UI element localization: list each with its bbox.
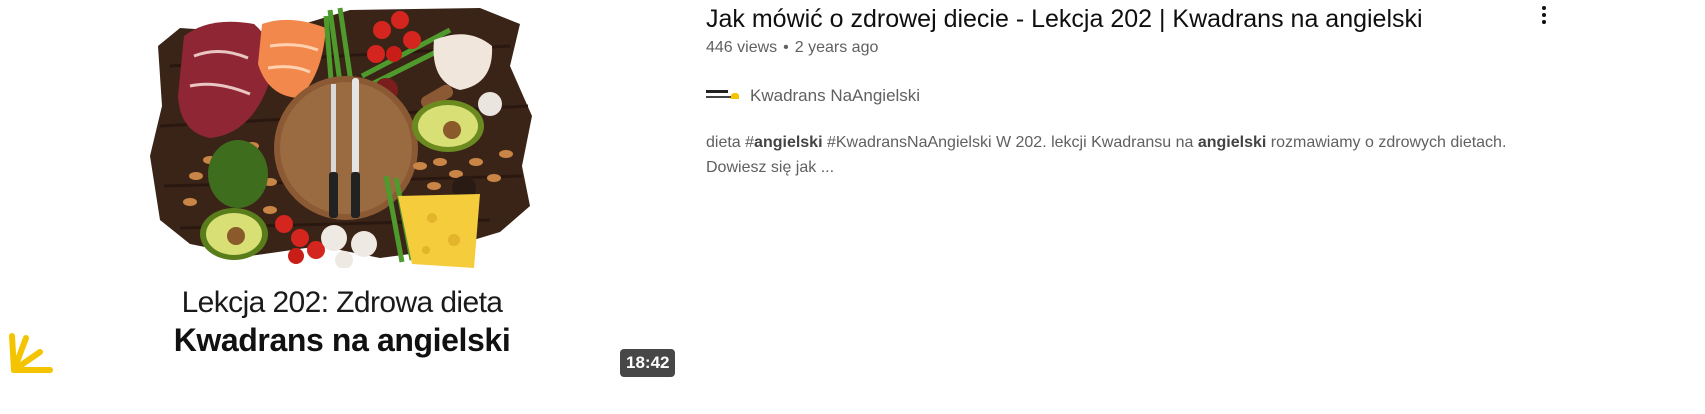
menu-dot [1542, 6, 1546, 10]
thumbnail-caption-channel: Kwadrans na angielski [173, 322, 511, 358]
avatar-sun-icon [731, 93, 739, 99]
desc-highlight: angielski [1197, 134, 1267, 151]
video-title[interactable]: Jak mówić o zdrowej diecie - Lekcja 202 … [706, 3, 1506, 35]
menu-dot [1542, 20, 1546, 24]
more-vert-icon[interactable] [1532, 2, 1556, 30]
desc-highlight: angielski [754, 134, 823, 151]
upload-age: 2 years ago [794, 39, 879, 56]
desc-text: #KwadransNaAngielski W 202. lekcji Kwadr… [822, 134, 1198, 151]
desc-text: dieta # [706, 134, 755, 151]
channel-avatar[interactable] [706, 84, 740, 108]
video-result[interactable]: Lekcja 202: Zdrowa dieta Kwadrans na ang… [0, 0, 1705, 414]
meta-separator: • [783, 39, 789, 56]
channel-name[interactable]: Kwadrans NaAngielski [750, 84, 920, 108]
view-count: 446 views [706, 39, 778, 56]
avatar-wordmark [706, 90, 728, 93]
duration-badge: 18:42 [620, 349, 676, 377]
video-thumbnail[interactable]: Lekcja 202: Zdrowa dieta Kwadrans na ang… [0, 0, 684, 384]
food-illustration [150, 7, 532, 268]
thumbnail-caption-title: Lekcja 202: Zdrowa dieta [181, 286, 503, 319]
channel-row[interactable]: Kwadrans NaAngielski [706, 84, 920, 108]
video-metadata: 446 views • 2 years ago [706, 37, 878, 59]
sun-rays-icon [9, 333, 53, 373]
description-snippet: dieta #angielski #KwadransNaAngielski W … [706, 130, 1536, 180]
menu-dot [1542, 13, 1546, 17]
avatar-wordmark [706, 96, 732, 98]
